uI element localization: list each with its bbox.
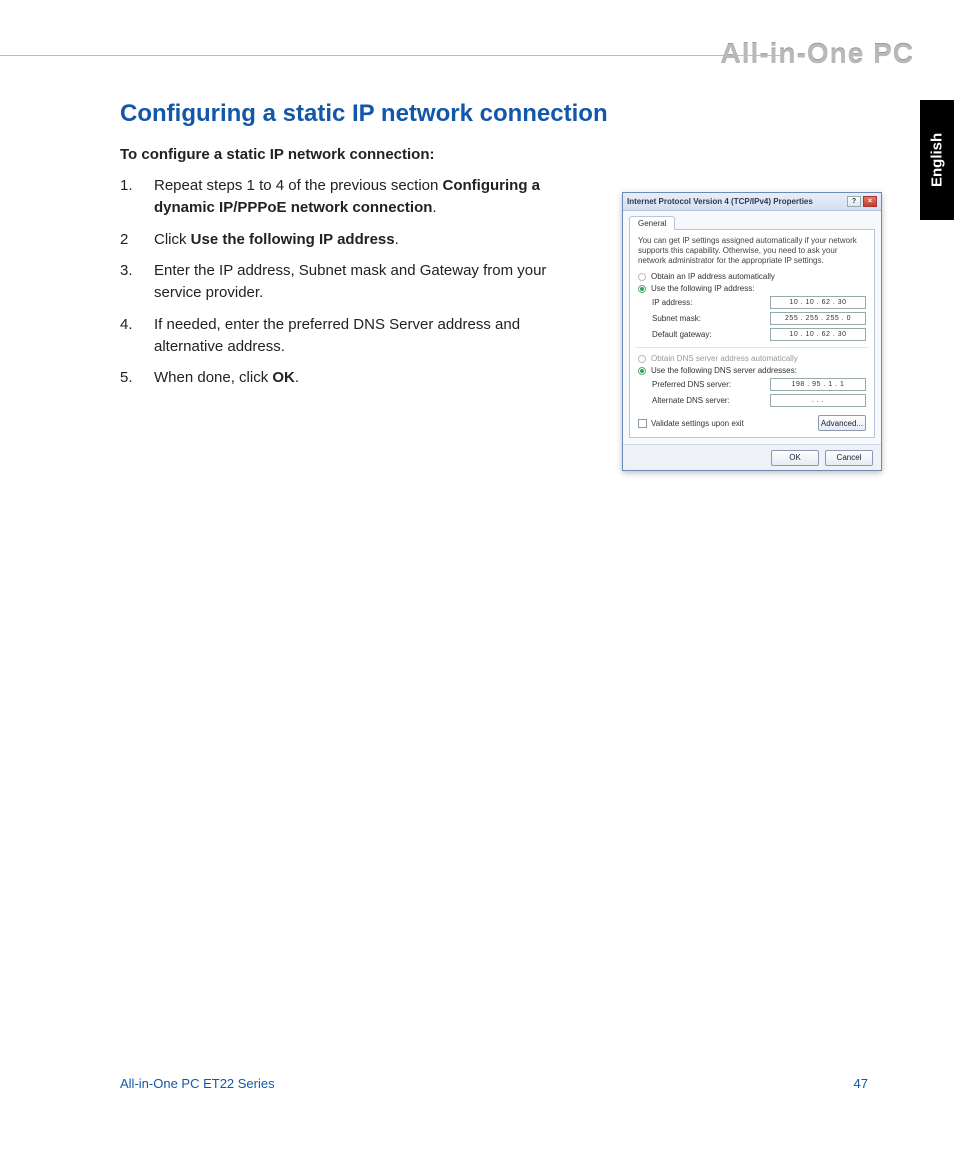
cancel-button[interactable]: Cancel (825, 450, 873, 466)
radio-use-following-dns[interactable]: Use the following DNS server addresses: (638, 366, 866, 375)
step-number: 1. (120, 175, 154, 219)
dialog-panel: You can get IP settings assigned automat… (629, 229, 875, 438)
field-label: Alternate DNS server: (652, 396, 770, 405)
step-4: 4. If needed, enter the preferred DNS Se… (120, 314, 590, 358)
ipv4-properties-dialog: Internet Protocol Version 4 (TCP/IPv4) P… (622, 192, 882, 471)
preferred-dns-input[interactable]: 198 . 95 . 1 . 1 (770, 378, 866, 391)
field-subnet-mask: Subnet mask: 255 . 255 . 255 . 0 (652, 312, 866, 325)
radio-use-following-ip[interactable]: Use the following IP address: (638, 284, 866, 293)
step-text-pre: When done, click (154, 369, 272, 386)
step-number: 3. (120, 260, 154, 304)
step-text-bold: OK (272, 369, 295, 386)
radio-icon (638, 367, 646, 375)
dialog-hint: You can get IP settings assigned automat… (638, 236, 866, 266)
alternate-dns-input[interactable]: . . . (770, 394, 866, 407)
step-text-pre: Click (154, 231, 191, 248)
section-heading: Configuring a static IP network connecti… (120, 100, 880, 128)
ok-button[interactable]: OK (771, 450, 819, 466)
header-rule (0, 55, 784, 56)
radio-label: Obtain DNS server address automatically (651, 354, 798, 363)
page-number: 47 (854, 1076, 868, 1091)
step-text: Click Use the following IP address. (154, 229, 590, 251)
checkbox-icon (638, 419, 647, 428)
step-number: 4. (120, 314, 154, 358)
step-text-post: . (395, 231, 399, 248)
radio-obtain-dns-auto[interactable]: Obtain DNS server address automatically (638, 354, 866, 363)
tab-general[interactable]: General (629, 216, 675, 230)
field-default-gateway: Default gateway: 10 . 10 . 62 . 30 (652, 328, 866, 341)
radio-label: Obtain an IP address automatically (651, 272, 775, 281)
field-ip-address: IP address: 10 . 10 . 62 . 30 (652, 296, 866, 309)
step-text-bold: Use the following IP address (191, 231, 395, 248)
radio-label: Use the following IP address: (651, 284, 754, 293)
dialog-title: Internet Protocol Version 4 (TCP/IPv4) P… (627, 197, 813, 206)
default-gateway-input[interactable]: 10 . 10 . 62 . 30 (770, 328, 866, 341)
step-text-post: . (432, 199, 436, 216)
brand-title: All-in-One PC (721, 38, 914, 70)
step-text: Repeat steps 1 to 4 of the previous sect… (154, 175, 590, 219)
field-label: Preferred DNS server: (652, 380, 770, 389)
radio-obtain-ip-auto[interactable]: Obtain an IP address automatically (638, 272, 866, 281)
language-tab: English (920, 100, 954, 220)
dialog-footer: OK Cancel (623, 444, 881, 470)
step-number: 2 (120, 229, 154, 251)
radio-icon (638, 355, 646, 363)
step-text: When done, click OK. (154, 367, 590, 389)
footer-series: All-in-One PC ET22 Series (120, 1076, 275, 1091)
section-subheading: To configure a static IP network connect… (120, 146, 880, 163)
checkbox-label: Validate settings upon exit (651, 419, 744, 428)
close-button[interactable]: × (863, 196, 877, 207)
dialog-body: General You can get IP settings assigned… (623, 211, 881, 444)
step-text: If needed, enter the preferred DNS Serve… (154, 314, 590, 358)
step-2: 2 Click Use the following IP address. (120, 229, 590, 251)
step-text-post: . (295, 369, 299, 386)
field-alternate-dns: Alternate DNS server: . . . (652, 394, 866, 407)
panel-bottom-row: Validate settings upon exit Advanced... (638, 415, 866, 431)
step-1: 1. Repeat steps 1 to 4 of the previous s… (120, 175, 590, 219)
radio-icon (638, 273, 646, 281)
dialog-titlebar: Internet Protocol Version 4 (TCP/IPv4) P… (623, 193, 881, 211)
validate-settings-checkbox[interactable]: Validate settings upon exit (638, 419, 744, 428)
step-5: 5. When done, click OK. (120, 367, 590, 389)
subnet-mask-input[interactable]: 255 . 255 . 255 . 0 (770, 312, 866, 325)
field-label: IP address: (652, 298, 770, 307)
field-label: Subnet mask: (652, 314, 770, 323)
radio-icon (638, 285, 646, 293)
help-button[interactable]: ? (847, 196, 861, 207)
ip-address-input[interactable]: 10 . 10 . 62 . 30 (770, 296, 866, 309)
field-preferred-dns: Preferred DNS server: 198 . 95 . 1 . 1 (652, 378, 866, 391)
step-text: Enter the IP address, Subnet mask and Ga… (154, 260, 590, 304)
radio-label: Use the following DNS server addresses: (651, 366, 797, 375)
step-number: 5. (120, 367, 154, 389)
advanced-button[interactable]: Advanced... (818, 415, 866, 431)
steps-list: 1. Repeat steps 1 to 4 of the previous s… (120, 175, 590, 389)
step-3: 3. Enter the IP address, Subnet mask and… (120, 260, 590, 304)
field-label: Default gateway: (652, 330, 770, 339)
step-text-pre: Repeat steps 1 to 4 of the previous sect… (154, 177, 443, 194)
